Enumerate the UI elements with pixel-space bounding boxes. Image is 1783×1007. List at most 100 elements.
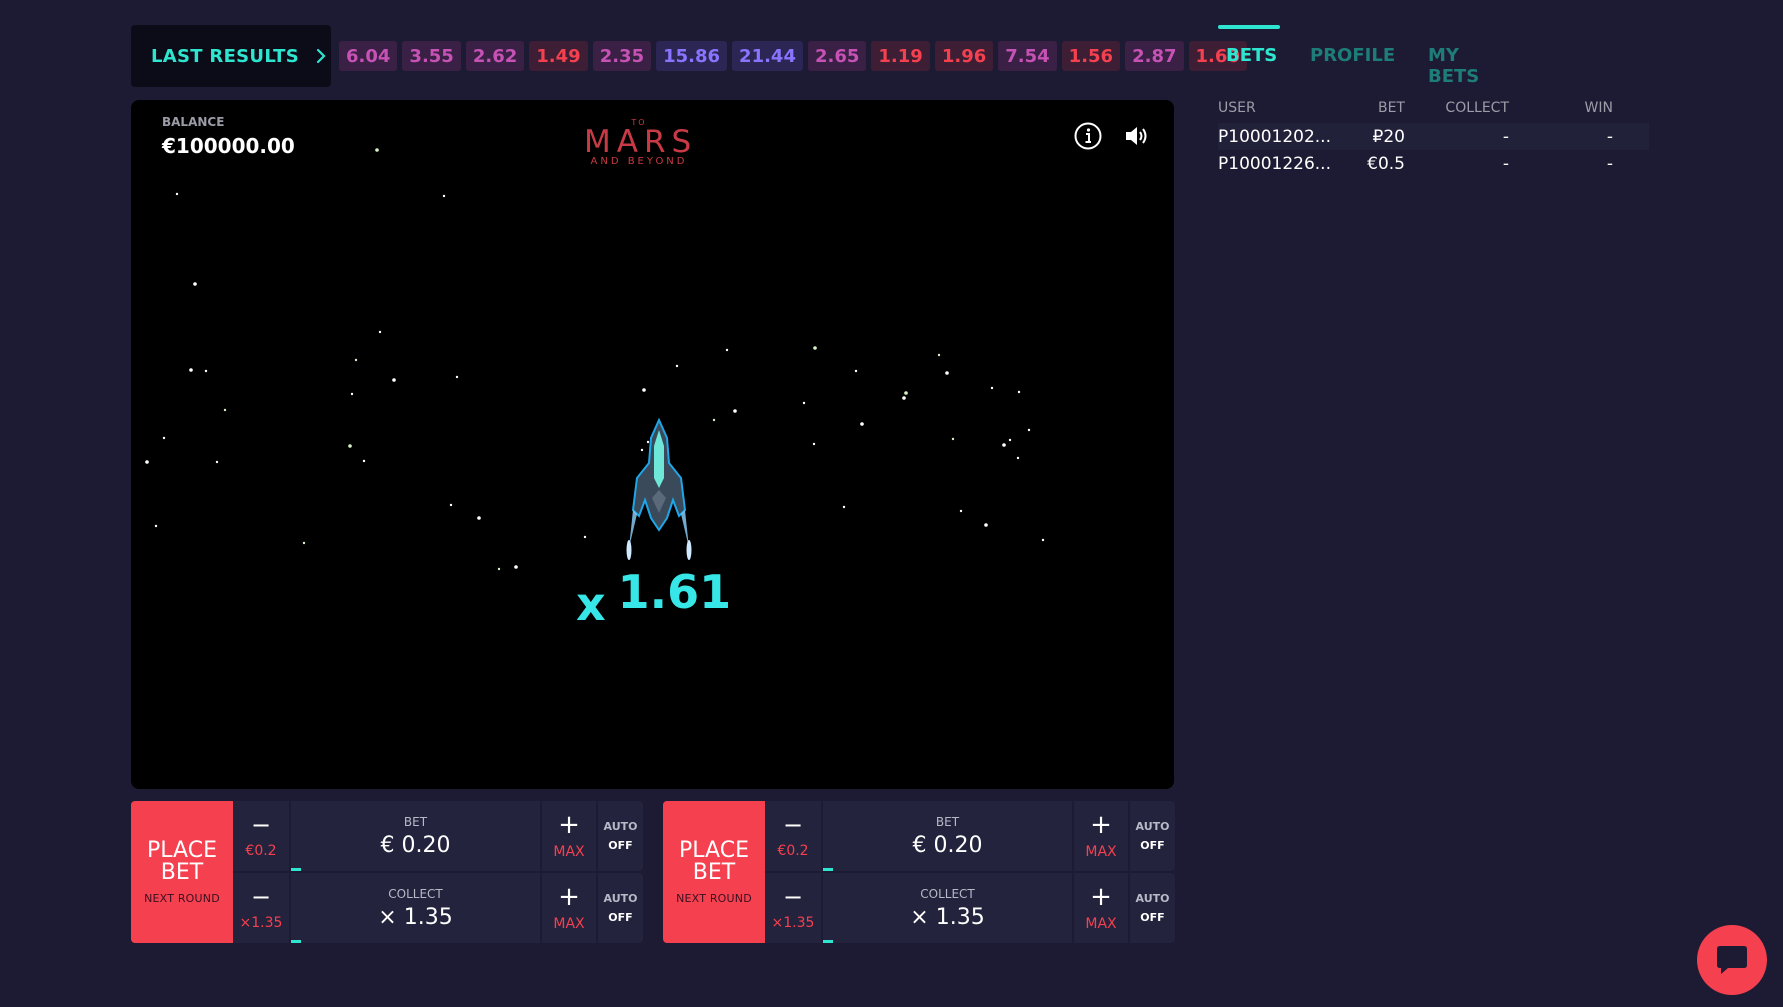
star [984,523,988,527]
plus-icon: + [1090,882,1112,912]
collect-decrease-button[interactable]: − ×1.35 [233,873,289,943]
star [477,516,481,520]
header-collect: COLLECT [1445,100,1509,116]
auto-bet-toggle[interactable]: AUTO OFF [1130,801,1175,871]
plus-icon: + [1090,810,1112,840]
collect-label: COLLECT [388,886,443,901]
star [937,353,941,357]
table-row: P10001226... €0.5 - - [1218,150,1649,177]
bets-table: USER BET COLLECT WIN P10001202... ₽20 - … [1218,100,1649,177]
star [951,437,955,441]
star [189,368,193,372]
collect-increase-button[interactable]: + MAX [542,873,596,943]
star [215,460,219,464]
auto-value: OFF [608,911,633,924]
star [860,422,864,426]
star [392,378,396,382]
bet-amount-field[interactable]: BET € 0.20 [291,801,540,871]
result-chip: 2.65 [807,41,867,71]
result-chip: 21.44 [732,41,803,71]
cell-collect: - [1502,126,1509,147]
result-chip: 2.35 [592,41,652,71]
result-chip: 6.04 [339,41,398,71]
cell-win: - [1606,153,1613,174]
bet-amount-field[interactable]: BET € 0.20 [823,801,1072,871]
star [842,505,846,509]
info-icon [1074,122,1102,150]
star [802,401,806,405]
auto-collect-toggle[interactable]: AUTO OFF [598,873,643,943]
place-bet-button[interactable]: PLACE BET NEXT ROUND [131,801,233,943]
place-bet-label: PLACE BET [147,837,217,885]
auto-value: OFF [1140,839,1165,852]
bet-value: € 0.20 [380,832,451,858]
last-results-label: LAST RESULTS [151,45,299,67]
bet-increase-button[interactable]: + MAX [542,801,596,871]
star [642,388,646,392]
star [350,392,354,396]
star [378,330,382,334]
star [354,358,358,362]
collect-step: ×1.35 [771,915,815,931]
minus-icon: − [782,883,804,911]
bet-decrease-button[interactable]: − €0.2 [765,801,821,871]
bet-increase-button[interactable]: + MAX [1074,801,1128,871]
bet-panel-1: PLACE BET NEXT ROUND − €0.2 BET € 0.20 +… [131,801,643,943]
auto-collect-toggle[interactable]: AUTO OFF [1130,873,1175,943]
place-bet-sub: NEXT ROUND [676,891,752,905]
balance-value: €100000.00 [162,134,295,158]
collect-multiplier-field[interactable]: COLLECT × 1.35 [291,873,540,943]
star [959,509,963,513]
collect-value: × 1.35 [910,904,985,930]
collect-increase-button[interactable]: + MAX [1074,873,1128,943]
table-header: USER BET COLLECT WIN [1218,100,1649,118]
collect-progress [291,940,301,943]
collect-multiplier-field[interactable]: COLLECT × 1.35 [823,873,1072,943]
side-tabs: BETS PROFILE MY BETS [1218,25,1508,87]
last-results-bar: LAST RESULTS 6.04 3.55 2.62 1.49 2.35 15.86 21… [131,25,1247,87]
auto-bet-toggle[interactable]: AUTO OFF [598,801,643,871]
result-chip: 15.86 [656,41,728,71]
cell-collect: - [1502,153,1509,174]
star [375,148,379,152]
auto-label: AUTO [603,820,638,833]
info-button[interactable] [1072,120,1104,152]
collect-decrease-button[interactable]: − ×1.35 [765,873,821,943]
auto-value: OFF [1140,911,1165,924]
speaker-icon [1126,127,1147,145]
bet-max-label: MAX [553,844,585,860]
star [904,391,908,395]
star [1027,428,1031,432]
bet-step: €0.2 [777,843,809,859]
star [725,348,729,352]
multiplier-display: x 1.61 [576,565,731,631]
auto-label: AUTO [1135,820,1170,833]
logo-mars: MARS [584,124,698,160]
star [1017,390,1021,394]
plus-icon: + [558,810,580,840]
star [902,396,906,400]
tab-profile[interactable]: PROFILE [1310,25,1398,70]
bet-decrease-button[interactable]: − €0.2 [233,801,289,871]
place-bet-button[interactable]: PLACE BET NEXT ROUND [663,801,765,943]
star [514,565,518,569]
last-results-button[interactable]: LAST RESULTS [131,25,331,87]
tab-bets[interactable]: BETS [1218,25,1280,70]
star [1016,456,1020,460]
collect-max-label: MAX [553,916,585,932]
minus-icon: − [250,883,272,911]
sound-button[interactable] [1121,120,1153,152]
star [854,369,858,373]
star [362,459,366,463]
bet-label: BET [935,814,960,829]
cell-user: P10001226... [1218,153,1331,174]
collect-value: × 1.35 [378,904,453,930]
tab-my-bets[interactable]: MY BETS [1428,25,1508,87]
rocket-ship-icon [626,418,692,560]
auto-label: AUTO [1135,892,1170,905]
minus-icon: − [782,811,804,839]
logo-beyond: AND BEYOND [590,156,688,167]
result-chip: 1.56 [1061,41,1121,71]
star [1041,538,1045,542]
chat-button[interactable] [1697,925,1767,995]
